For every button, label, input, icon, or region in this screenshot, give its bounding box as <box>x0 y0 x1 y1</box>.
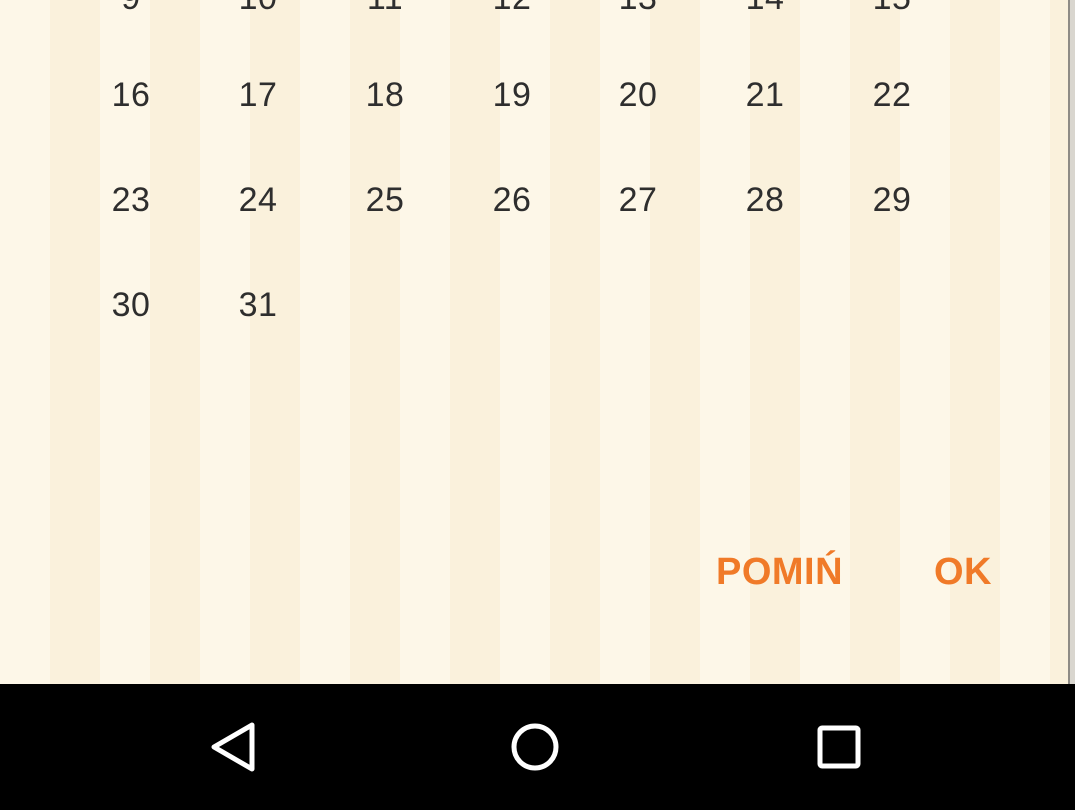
calendar-day[interactable]: 16 <box>91 75 171 115</box>
calendar-day[interactable]: 15 <box>852 0 932 18</box>
calendar-day[interactable]: 21 <box>725 75 805 115</box>
calendar-day[interactable]: 26 <box>472 180 552 220</box>
date-picker-dialog: 9 10 11 12 13 14 15 16 17 18 19 20 21 22… <box>0 0 1068 684</box>
calendar-day[interactable]: 22 <box>852 75 932 115</box>
calendar-day[interactable]: 11 <box>345 0 425 18</box>
ok-button[interactable]: OK <box>934 548 992 596</box>
calendar-day[interactable]: 25 <box>345 180 425 220</box>
calendar-day[interactable]: 28 <box>725 180 805 220</box>
skip-button[interactable]: POMIŃ <box>716 548 843 596</box>
calendar-day[interactable]: 14 <box>725 0 805 18</box>
calendar-day[interactable]: 24 <box>218 180 298 220</box>
recents-icon <box>817 725 861 769</box>
calendar-day[interactable]: 19 <box>472 75 552 115</box>
calendar-day[interactable]: 27 <box>598 180 678 220</box>
calendar-day[interactable]: 13 <box>598 0 678 18</box>
calendar-day[interactable]: 12 <box>472 0 552 18</box>
calendar-day[interactable]: 18 <box>345 75 425 115</box>
calendar-day[interactable]: 10 <box>218 0 298 18</box>
calendar-day[interactable]: 23 <box>91 180 171 220</box>
calendar-day[interactable]: 29 <box>852 180 932 220</box>
calendar-day[interactable]: 9 <box>91 0 171 18</box>
calendar-day[interactable]: 30 <box>91 285 171 325</box>
calendar-day[interactable]: 31 <box>218 285 298 325</box>
recents-button[interactable] <box>806 714 872 780</box>
calendar-day[interactable]: 17 <box>218 75 298 115</box>
screen-edge-divider <box>1068 0 1075 684</box>
home-button[interactable] <box>502 714 568 780</box>
back-button[interactable] <box>199 714 265 780</box>
back-icon <box>211 722 255 772</box>
system-navigation-bar <box>0 684 1075 810</box>
home-icon <box>511 723 559 771</box>
date-picker-screen: 9 10 11 12 13 14 15 16 17 18 19 20 21 22… <box>0 0 1075 810</box>
calendar-day[interactable]: 20 <box>598 75 678 115</box>
